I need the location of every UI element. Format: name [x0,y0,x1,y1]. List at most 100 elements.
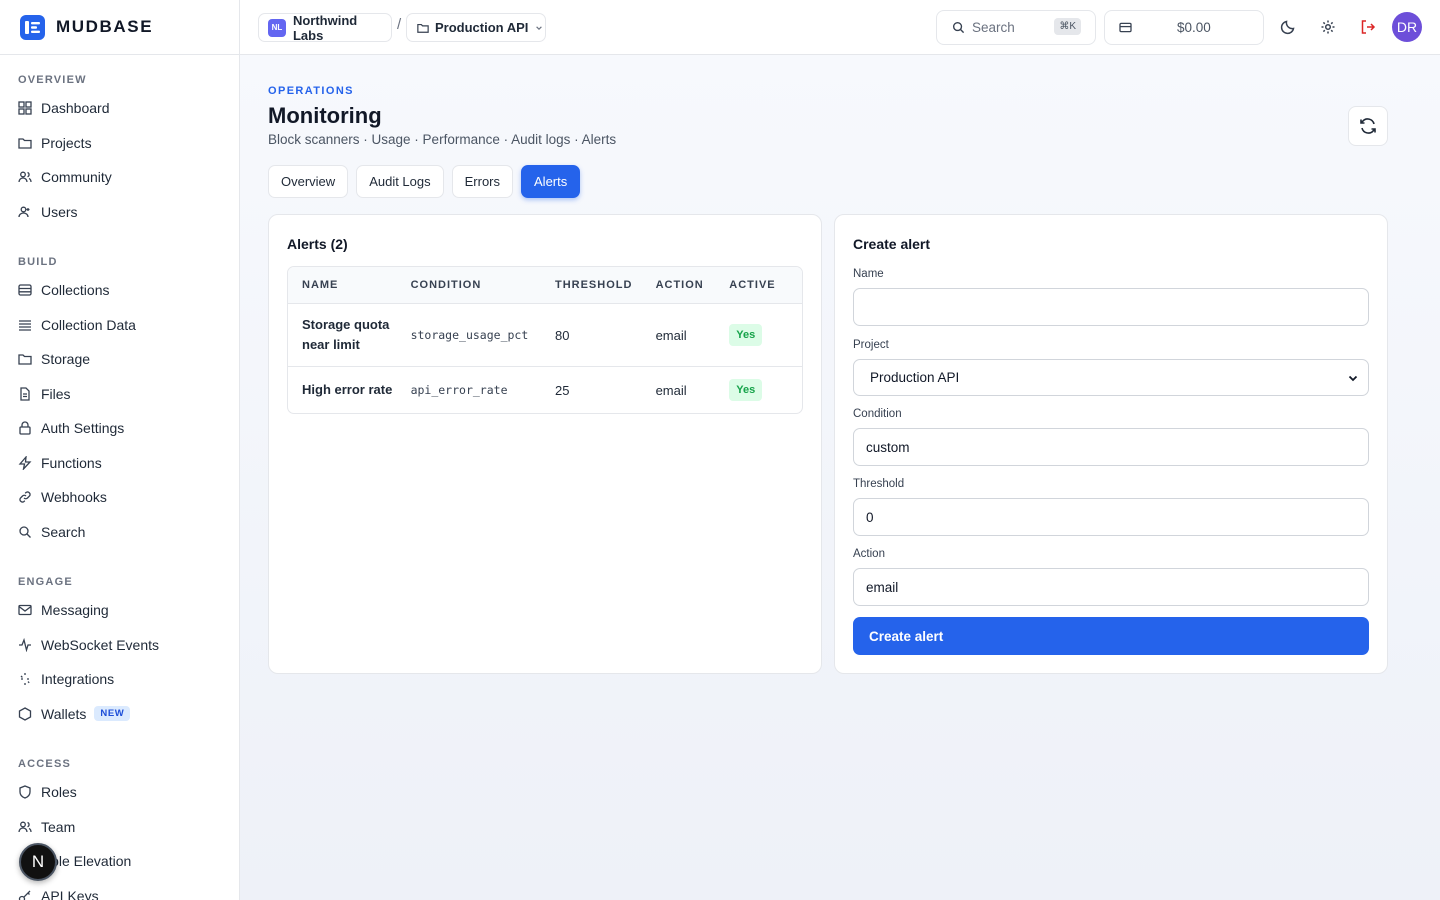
sidebar-item-label: API Keys [41,887,99,900]
floating-avatar-button[interactable]: N [19,843,57,881]
folder-icon [417,23,429,33]
name-label: Name [853,268,884,280]
brand[interactable]: MUDBASE [0,0,239,55]
folder-icon [18,138,32,149]
sidebar-item-label: Collection Data [41,316,136,333]
theme-toggle-button[interactable] [1278,17,1298,37]
sidebar-item-label: Webhooks [41,489,107,506]
table-row[interactable]: Storage quota near limit storage_usage_p… [288,304,802,367]
tab-audit-logs[interactable]: Audit Logs [356,165,444,198]
alerts-table: NAME CONDITION THRESHOLD ACTION ACTIVE S… [287,266,803,414]
org-avatar: NL [268,18,286,37]
sidebar-item-storage[interactable]: Storage [0,342,239,377]
page-eyebrow: OPERATIONS [268,85,354,97]
settings-button[interactable] [1318,17,1338,37]
users-icon [18,821,32,832]
logout-button[interactable] [1358,17,1378,37]
link-icon [19,491,31,503]
sidebar: MUDBASE OVERVIEW Dashboard Projects Comm… [0,0,240,900]
list-icon [19,320,31,331]
alert-condition: storage_usage_pct [410,328,529,342]
mail-icon [18,605,32,616]
nav-section-build: BUILD [18,256,58,268]
org-switcher[interactable]: NL Northwind Labs [258,13,392,43]
project-select[interactable]: Production API [853,359,1369,396]
page-subtitle: Block scanners · Usage · Performance · A… [268,132,617,147]
project-select-value: Production API [870,370,960,385]
nav-section-access: ACCESS [18,758,72,770]
sidebar-item-label: Search [41,523,86,540]
sidebar-item-collections[interactable]: Collections [0,273,239,308]
refresh-button[interactable] [1348,106,1388,146]
lock-icon [19,421,31,435]
alert-action: email [655,382,687,398]
sidebar-item-auth-settings[interactable]: Auth Settings [0,411,239,446]
sidebar-item-community[interactable]: Community [0,160,239,195]
alerts-card: Alerts (2) NAME CONDITION THRESHOLD ACTI… [268,214,822,674]
create-alert-title: Create alert [853,236,931,252]
name-field[interactable] [853,288,1369,326]
sidebar-item-label: Users [41,203,78,220]
key-icon [18,890,31,900]
tab-overview[interactable]: Overview [268,165,349,198]
file-icon [20,387,30,401]
project-switcher[interactable]: Production API [406,13,546,42]
project-label: Project [853,339,889,351]
alert-name: High error rate [302,382,393,397]
sidebar-item-projects[interactable]: Projects [0,126,239,161]
create-alert-card: Create alert Name Project Production API… [834,214,1388,674]
condition-label: Condition [853,408,902,420]
nav-section-overview: OVERVIEW [18,74,87,86]
sidebar-item-search[interactable]: Search [0,515,239,550]
sidebar-item-wallets[interactable]: Wallets NEW [0,697,239,732]
gear-icon [1321,20,1335,34]
sidebar-item-label: Dashboard [41,100,110,117]
sidebar-item-label: Messaging [41,602,109,619]
sidebar-item-collection-data[interactable]: Collection Data [0,308,239,343]
sidebar-item-label: Roles [41,784,77,801]
monitoring-tabs: Overview Audit Logs Errors Alerts [268,165,588,198]
moon-icon [1280,20,1295,35]
mudbase-logo-icon [20,14,45,40]
sidebar-item-label: Storage [41,351,91,368]
active-badge: Yes [729,379,763,401]
condition-field[interactable]: custom [853,428,1369,466]
sidebar-item-roles[interactable]: Roles [0,775,239,810]
billing-credits[interactable]: $0.00 [1104,10,1264,45]
sidebar-item-label: Integrations [41,671,115,688]
chevron-down-icon [536,25,543,30]
tab-errors[interactable]: Errors [451,165,514,198]
column-header-action: ACTION [655,279,704,291]
sidebar-item-webhooks[interactable]: Webhooks [0,480,239,515]
sparkle-icon [20,673,30,686]
search-icon [19,526,31,538]
sidebar-item-api-keys[interactable]: API Keys [0,879,239,900]
user-avatar[interactable]: DR [1392,12,1422,42]
action-field[interactable]: email [853,568,1369,606]
table-row[interactable]: High error rate api_error_rate 25 email … [288,367,802,413]
sidebar-item-label: Files [41,385,71,402]
global-search[interactable]: Search ⌘K [936,10,1096,45]
sidebar-item-websocket-events[interactable]: WebSocket Events [0,628,239,663]
sidebar-item-messaging[interactable]: Messaging [0,593,239,628]
bolt-icon [18,455,32,470]
page-title: Monitoring [268,103,382,128]
sidebar-item-users[interactable]: Users [0,195,239,230]
shield-icon [19,785,31,799]
sidebar-item-integrations[interactable]: Integrations [0,662,239,697]
column-header-threshold: THRESHOLD [554,279,633,291]
sidebar-item-team[interactable]: Team [0,810,239,845]
sidebar-item-dashboard[interactable]: Dashboard [0,91,239,126]
sidebar-item-functions[interactable]: Functions [0,446,239,481]
threshold-field[interactable]: 0 [853,498,1369,536]
tab-alerts[interactable]: Alerts [521,165,581,198]
grid-icon [18,101,32,115]
sidebar-item-files[interactable]: Files [0,377,239,412]
sidebar-item-label: Projects [41,134,92,151]
table-header: NAME CONDITION THRESHOLD ACTION ACTIVE [288,267,802,304]
create-alert-button[interactable]: Create alert [853,617,1369,655]
sidebar-item-label: Team [41,818,76,835]
threshold-label: Threshold [853,478,905,490]
alert-threshold: 25 [554,382,570,398]
alert-threshold: 80 [554,327,570,343]
